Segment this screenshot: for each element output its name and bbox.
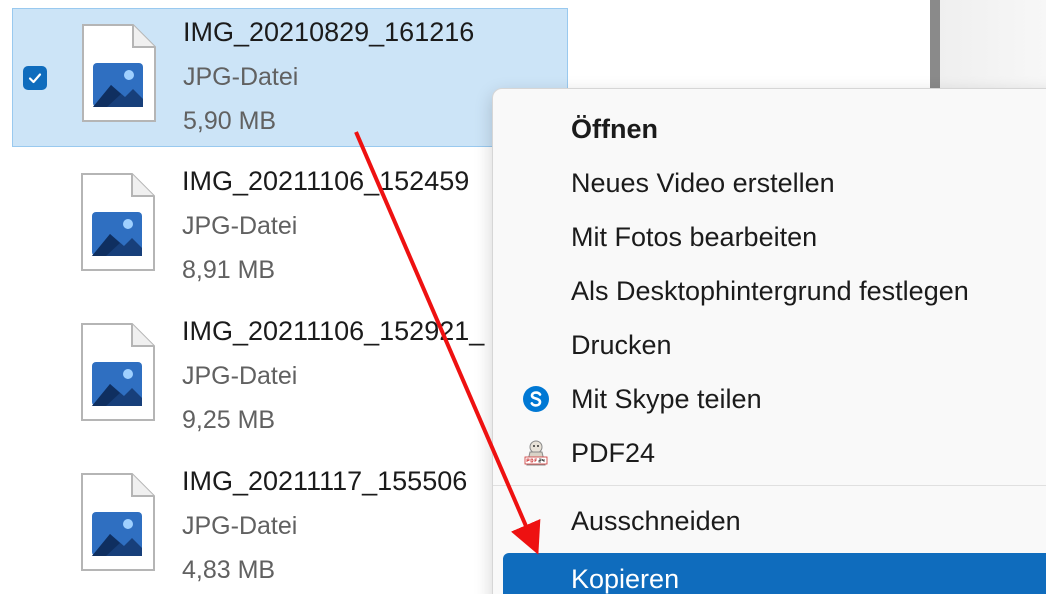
- file-size: 8,91 MB: [182, 256, 276, 284]
- menu-item-label: Drucken: [571, 329, 672, 360]
- menu-item-print[interactable]: Drucken: [503, 319, 1046, 371]
- menu-item-label: Als Desktophintergrund festlegen: [571, 275, 969, 306]
- context-menu: Öffnen Neues Video erstellen Mit Fotos b…: [492, 88, 1046, 594]
- file-type: JPG-Datei: [182, 362, 298, 390]
- menu-item-new-video[interactable]: Neues Video erstellen: [503, 157, 1046, 209]
- menu-item-set-desktop-background[interactable]: Als Desktophintergrund festlegen: [503, 265, 1046, 317]
- menu-item-copy[interactable]: Kopieren: [503, 553, 1046, 594]
- selection-checkbox[interactable]: [23, 66, 47, 90]
- file-list: IMG_20210829_161216 JPG-Datei 5,90 MB IM…: [0, 0, 570, 594]
- file-name: IMG_20211106_152921_: [182, 316, 485, 346]
- file-item-4[interactable]: IMG_20211117_155506 JPG-Datei 4,83 MB: [12, 458, 568, 594]
- menu-item-open[interactable]: Öffnen: [503, 103, 1046, 155]
- menu-item-cut[interactable]: Ausschneiden: [503, 495, 1046, 547]
- menu-item-label: Ausschneiden: [571, 505, 741, 536]
- menu-item-label: Öffnen: [571, 113, 658, 144]
- pdf24-icon: [524, 440, 548, 466]
- skype-icon: [523, 386, 549, 412]
- file-size: 4,83 MB: [182, 556, 276, 584]
- file-item-1[interactable]: IMG_20210829_161216 JPG-Datei 5,90 MB: [12, 8, 568, 147]
- image-file-icon: [81, 473, 155, 571]
- file-name: IMG_20211106_152459: [182, 166, 470, 196]
- file-type: JPG-Datei: [183, 63, 299, 91]
- image-file-icon: [81, 323, 155, 421]
- menu-item-label: Mit Skype teilen: [571, 383, 762, 414]
- menu-item-edit-with-photos[interactable]: Mit Fotos bearbeiten: [503, 211, 1046, 263]
- file-name: IMG_20211117_155506: [182, 466, 468, 496]
- menu-item-label: Kopieren: [571, 563, 680, 594]
- menu-item-pdf24[interactable]: PDF24: [503, 427, 1046, 479]
- menu-item-label: PDF24: [571, 437, 656, 468]
- menu-item-label: Mit Fotos bearbeiten: [571, 221, 818, 252]
- image-file-icon: [82, 24, 156, 122]
- menu-item-label: Neues Video erstellen: [571, 167, 835, 198]
- image-file-icon: [81, 173, 155, 271]
- file-size: 5,90 MB: [183, 107, 277, 135]
- file-name: IMG_20210829_161216: [183, 17, 475, 47]
- menu-separator: [493, 485, 1046, 486]
- file-type: JPG-Datei: [182, 512, 298, 540]
- file-item-2[interactable]: IMG_20211106_152459 JPG-Datei 8,91 MB: [12, 158, 568, 297]
- file-item-3[interactable]: IMG_20211106_152921_ JPG-Datei 9,25 MB: [12, 308, 568, 447]
- file-type: JPG-Datei: [182, 212, 298, 240]
- menu-item-share-skype[interactable]: Mit Skype teilen: [503, 373, 1046, 425]
- file-size: 9,25 MB: [182, 406, 276, 434]
- checkmark-icon: [28, 73, 42, 84]
- explorer-window: IMG_20210829_161216 JPG-Datei 5,90 MB IM…: [0, 0, 1046, 594]
